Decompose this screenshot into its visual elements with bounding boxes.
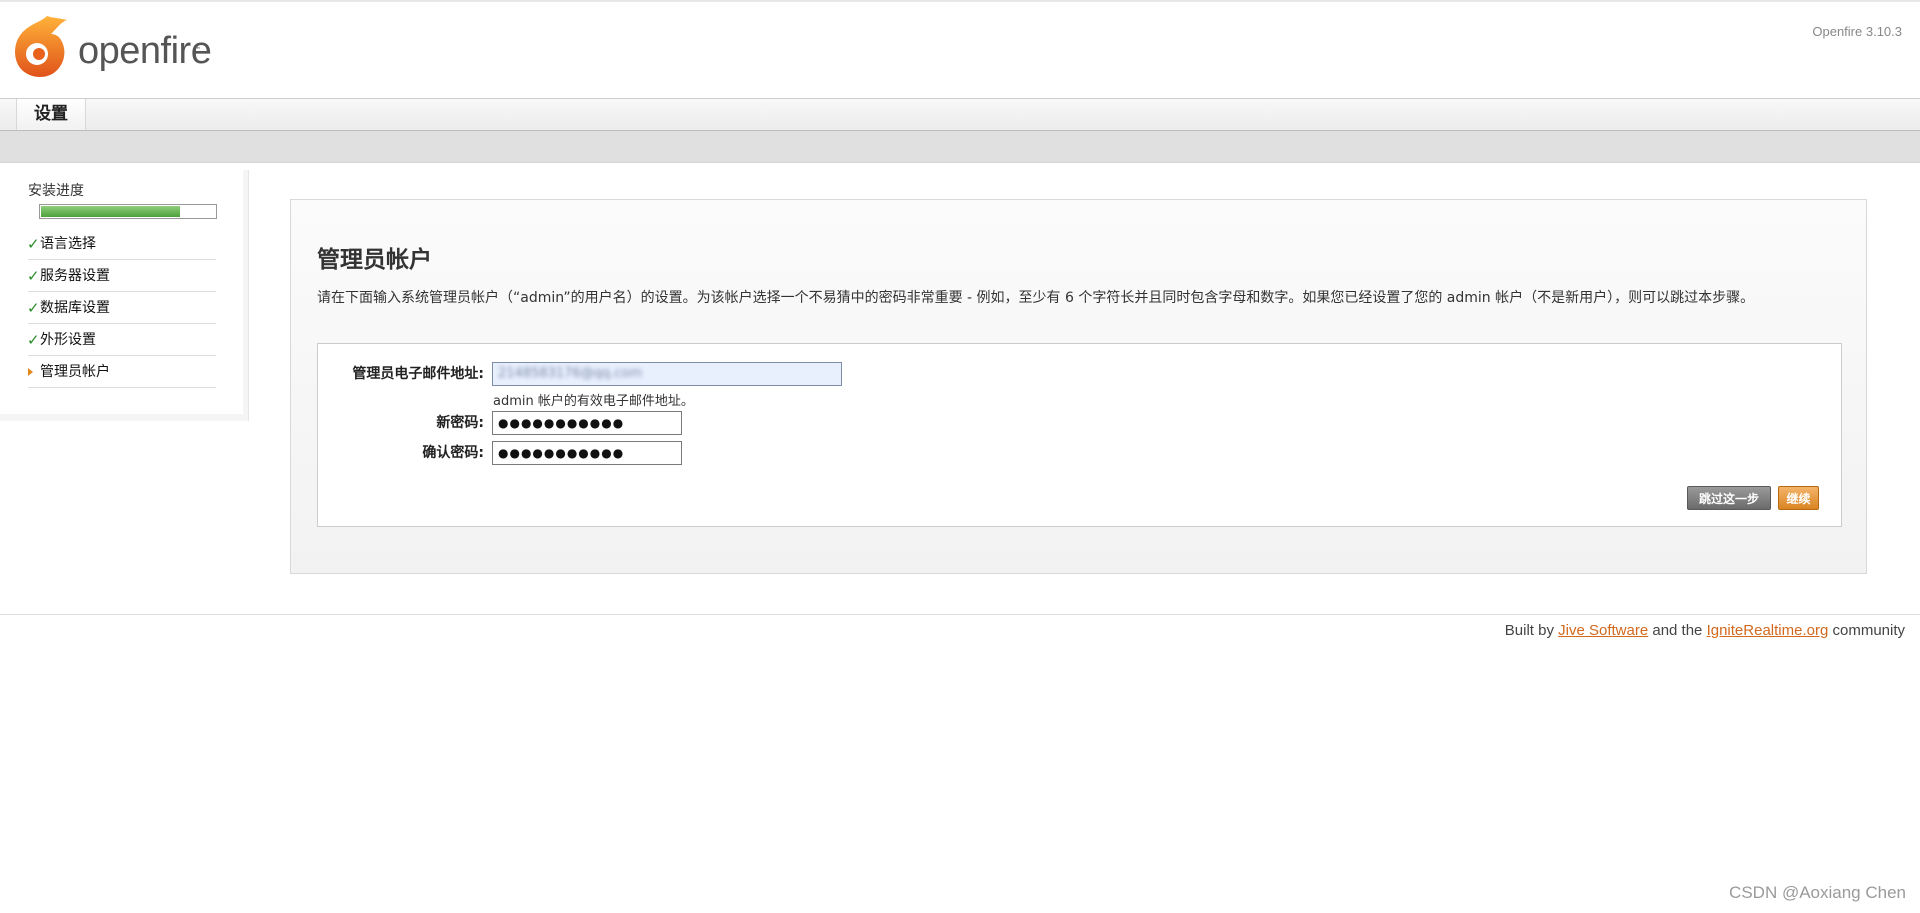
confirm-password-field[interactable]: ●●●●●●●●●●● [492, 441, 682, 465]
page-description: 请在下面输入系统管理员帐户（“admin”的用户名）的设置。为该帐户选择一个不易… [317, 290, 1755, 306]
confirm-password-label: 确认密码: [422, 445, 484, 461]
email-hint: admin 帐户的有效电子邮件地址。 [493, 394, 694, 409]
main-panel: 管理员帐户 请在下面输入系统管理员帐户（“admin”的用户名）的设置。为该帐户… [290, 199, 1867, 574]
step-server: ✓ 服务器设置 [27, 260, 216, 292]
header: openfire ™ Openfire 3.10.3 [0, 0, 1920, 98]
sidebar: 安装进度 ✓ 语言选择 ✓ 服务器设置 ✓ 数据库设置 ✓ 外形设置 管理员帐户 [0, 170, 249, 421]
step-database: ✓ 数据库设置 [27, 292, 216, 324]
step-label: 管理员帐户 [40, 364, 110, 380]
logo-trademark: ™ [194, 46, 201, 54]
progress-bar [39, 204, 217, 219]
page-title: 管理员帐户 [317, 247, 432, 273]
step-appearance: ✓ 外形设置 [27, 324, 216, 356]
jive-software-link[interactable]: Jive Software [1558, 622, 1648, 639]
step-label: 外形设置 [40, 332, 96, 348]
progress-label: 安装进度 [28, 183, 84, 199]
admin-account-form: 管理员电子邮件地址: 2148583176@qq.com admin 帐户的有效… [317, 343, 1842, 527]
version-label: Openfire 3.10.3 [1812, 24, 1902, 39]
new-password-label: 新密码: [436, 415, 484, 431]
email-label: 管理员电子邮件地址: [352, 366, 484, 382]
tab-setup[interactable]: 设置 [16, 99, 86, 130]
footer-middle: and the [1648, 622, 1707, 639]
email-value: 2148583176@qq.com [498, 366, 643, 381]
checkmark-icon: ✓ [27, 299, 40, 317]
footer-divider [0, 614, 1920, 615]
footer-prefix: Built by [1504, 622, 1559, 639]
openfire-flame-logo-icon [15, 16, 67, 78]
sub-navigation-bar [0, 131, 1920, 163]
step-language: ✓ 语言选择 [27, 228, 216, 260]
step-label: 数据库设置 [40, 300, 110, 316]
triangle-right-icon [28, 368, 33, 376]
continue-button[interactable]: 继续 [1778, 486, 1819, 510]
footer-suffix: community [1828, 622, 1905, 639]
email-field[interactable]: 2148583176@qq.com [492, 362, 842, 386]
step-admin-account: 管理员帐户 [28, 356, 216, 388]
logo-text: openfire [78, 30, 212, 72]
igniterealtime-link[interactable]: IgniteRealtime.org [1707, 622, 1829, 639]
checkmark-icon: ✓ [27, 331, 40, 349]
checkmark-icon: ✓ [27, 235, 40, 253]
footer: Built by Jive Software and the IgniteRea… [1505, 622, 1905, 639]
sidebar-panel: 安装进度 ✓ 语言选择 ✓ 服务器设置 ✓ 数据库设置 ✓ 外形设置 管理员帐户 [0, 170, 243, 414]
tab-bar: 设置 [0, 98, 1920, 131]
progress-bar-fill [41, 206, 180, 217]
skip-step-button[interactable]: 跳过这一步 [1687, 486, 1771, 510]
step-label: 服务器设置 [40, 268, 110, 284]
new-password-field[interactable]: ●●●●●●●●●●● [492, 411, 682, 435]
setup-steps-list: ✓ 语言选择 ✓ 服务器设置 ✓ 数据库设置 ✓ 外形设置 管理员帐户 [27, 228, 216, 388]
watermark: CSDN @Aoxiang Chen [1729, 883, 1906, 902]
step-label: 语言选择 [40, 236, 96, 252]
checkmark-icon: ✓ [27, 267, 40, 285]
